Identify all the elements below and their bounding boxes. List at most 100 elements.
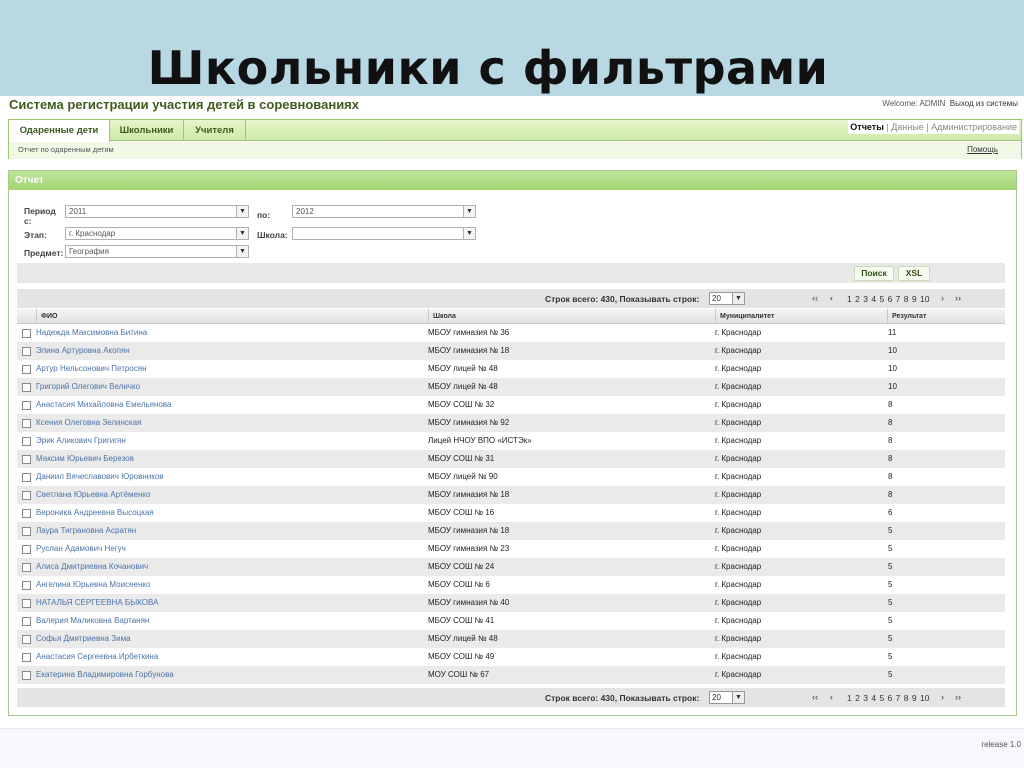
search-button[interactable]: Поиск	[854, 266, 894, 281]
next-page-button[interactable]: ›	[941, 293, 944, 303]
page-link[interactable]: 4	[871, 693, 876, 703]
column-header-result[interactable]: Результат	[887, 309, 1005, 324]
row-checkbox[interactable]	[22, 347, 31, 356]
page-link[interactable]: 10	[920, 693, 929, 703]
row-checkbox[interactable]	[22, 545, 31, 554]
student-name-link[interactable]: Элина Артуровна Акопян	[36, 346, 130, 355]
student-name-link[interactable]: Екатерина Владимировна Горбунова	[36, 670, 174, 679]
result-cell: 8	[888, 454, 893, 463]
student-name-link[interactable]: Максим Юрьевич Березов	[36, 454, 134, 463]
row-checkbox[interactable]	[22, 491, 31, 500]
student-name-link[interactable]: Ксения Олеговна Зелинская	[36, 418, 141, 427]
row-checkbox[interactable]	[22, 581, 31, 590]
result-cell: 8	[888, 472, 893, 481]
student-name-link[interactable]: Алиса Дмитриевна Кочанович	[36, 562, 148, 571]
rows-per-page-select[interactable]: 20 ▼	[709, 292, 745, 305]
row-checkbox[interactable]	[22, 401, 31, 410]
row-checkbox[interactable]	[22, 671, 31, 680]
municipality-cell: г. Краснодар	[715, 400, 762, 409]
tab-gifted-children[interactable]: Одаренные дети	[9, 120, 110, 142]
page-link[interactable]: 2	[855, 294, 860, 304]
page-link[interactable]: 5	[879, 693, 884, 703]
breadcrumb: Отчет по одаренным детям Помощь	[9, 142, 1021, 159]
page-link[interactable]: 6	[888, 294, 893, 304]
student-name-link[interactable]: Валерия Маликовна Вартанян	[36, 616, 149, 625]
reports-link[interactable]: Отчеты	[850, 122, 884, 132]
row-checkbox[interactable]	[22, 365, 31, 374]
column-header-municipality[interactable]: Муниципалитет	[715, 309, 887, 324]
previous-page-button[interactable]: ‹	[830, 692, 833, 702]
row-checkbox[interactable]	[22, 473, 31, 482]
page-link[interactable]: 3	[863, 693, 868, 703]
period-to-select[interactable]: 2012 ▼	[292, 205, 476, 218]
table-row: Даниил Вячеславович Юровников МБОУ лицей …	[17, 468, 1005, 486]
page-link[interactable]: 3	[863, 294, 868, 304]
previous-page-button[interactable]: ‹	[830, 293, 833, 303]
row-checkbox[interactable]	[22, 329, 31, 338]
student-name-link[interactable]: Лаура Тиграновна Асратян	[36, 526, 136, 535]
page-link[interactable]: 6	[888, 693, 893, 703]
student-name-link[interactable]: Григорий Олегович Величко	[36, 382, 140, 391]
student-name-link[interactable]: Руслан Адамович Негуч	[36, 544, 126, 553]
last-page-button[interactable]: ››	[955, 692, 961, 702]
help-link[interactable]: Помощь	[967, 142, 998, 158]
data-link[interactable]: Данные	[891, 122, 924, 132]
row-checkbox[interactable]	[22, 419, 31, 428]
page-link[interactable]: 7	[896, 693, 901, 703]
student-name-link[interactable]: Анастасия Сергеевна Ирбеткина	[36, 652, 158, 661]
page-link[interactable]: 1	[847, 294, 852, 304]
column-header-name[interactable]: ФИО	[36, 309, 428, 324]
next-page-button[interactable]: ›	[941, 692, 944, 702]
page-link[interactable]: 2	[855, 693, 860, 703]
student-name-link[interactable]: Надежда Максимовна Битина	[36, 328, 147, 337]
row-checkbox[interactable]	[22, 599, 31, 608]
school-select[interactable]: ▼	[292, 227, 476, 240]
student-name-link[interactable]: Артур Нельсонович Петросян	[36, 364, 147, 373]
row-checkbox[interactable]	[22, 455, 31, 464]
student-name-link[interactable]: Ангелина Юрьевна Моисеенко	[36, 580, 150, 589]
student-name-link[interactable]: Софья Дмитриевна Зима	[36, 634, 131, 643]
row-checkbox[interactable]	[22, 383, 31, 392]
row-checkbox[interactable]	[22, 653, 31, 662]
breadcrumb-current: Отчет по одаренным детям	[18, 145, 114, 154]
stage-select[interactable]: г. Краснодар ▼	[65, 227, 249, 240]
student-name-link[interactable]: Даниил Вячеславович Юровников	[36, 472, 164, 481]
rows-per-page-select[interactable]: 20 ▼	[709, 691, 745, 704]
tabs-row: Одаренные дети Школьники Учителя Отчеты …	[9, 120, 1021, 142]
row-checkbox[interactable]	[22, 635, 31, 644]
page-link[interactable]: 1	[847, 693, 852, 703]
row-checkbox[interactable]	[22, 527, 31, 536]
school-cell: МБОУ гимназия № 40	[428, 598, 510, 607]
tab-teachers[interactable]: Учителя	[184, 120, 246, 141]
row-checkbox[interactable]	[22, 437, 31, 446]
last-page-button[interactable]: ››	[955, 293, 961, 303]
student-name-link[interactable]: НАТАЛЬЯ СЕРГЕЕВНА БЫКОВА	[36, 598, 158, 607]
student-name-link[interactable]: Вероника Андреевна Высоцкая	[36, 508, 154, 517]
page-link[interactable]: 9	[912, 294, 917, 304]
page-link[interactable]: 8	[904, 294, 909, 304]
period-from-select[interactable]: 2011 ▼	[65, 205, 249, 218]
column-header-school[interactable]: Школа	[428, 309, 715, 324]
logout-link[interactable]: Выход из системы	[950, 99, 1018, 108]
first-page-button[interactable]: ‹‹	[812, 692, 818, 702]
table-row: НАТАЛЬЯ СЕРГЕЕВНА БЫКОВА МБОУ гимназия № …	[17, 594, 1005, 612]
subject-select[interactable]: География ▼	[65, 245, 249, 258]
first-page-button[interactable]: ‹‹	[812, 293, 818, 303]
school-cell: МБОУ СОШ № 31	[428, 454, 495, 463]
page-link[interactable]: 4	[871, 294, 876, 304]
xsl-export-button[interactable]: XSL	[898, 266, 930, 281]
row-checkbox[interactable]	[22, 509, 31, 518]
page-link[interactable]: 10	[920, 294, 929, 304]
administration-link[interactable]: Администрирование	[931, 122, 1017, 132]
row-checkbox[interactable]	[22, 563, 31, 572]
student-name-link[interactable]: Светлана Юрьевна Артёменко	[36, 490, 150, 499]
student-name-link[interactable]: Анастасия Михайловна Емельянова	[36, 400, 171, 409]
tab-pupils[interactable]: Школьники	[110, 120, 184, 141]
page-link[interactable]: 8	[904, 693, 909, 703]
row-checkbox[interactable]	[22, 617, 31, 626]
page-link[interactable]: 7	[896, 294, 901, 304]
student-name-link[interactable]: Эрик Аликович Григигян	[36, 436, 126, 445]
page-link[interactable]: 5	[879, 294, 884, 304]
school-cell: МБОУ гимназия № 18	[428, 490, 510, 499]
page-link[interactable]: 9	[912, 693, 917, 703]
